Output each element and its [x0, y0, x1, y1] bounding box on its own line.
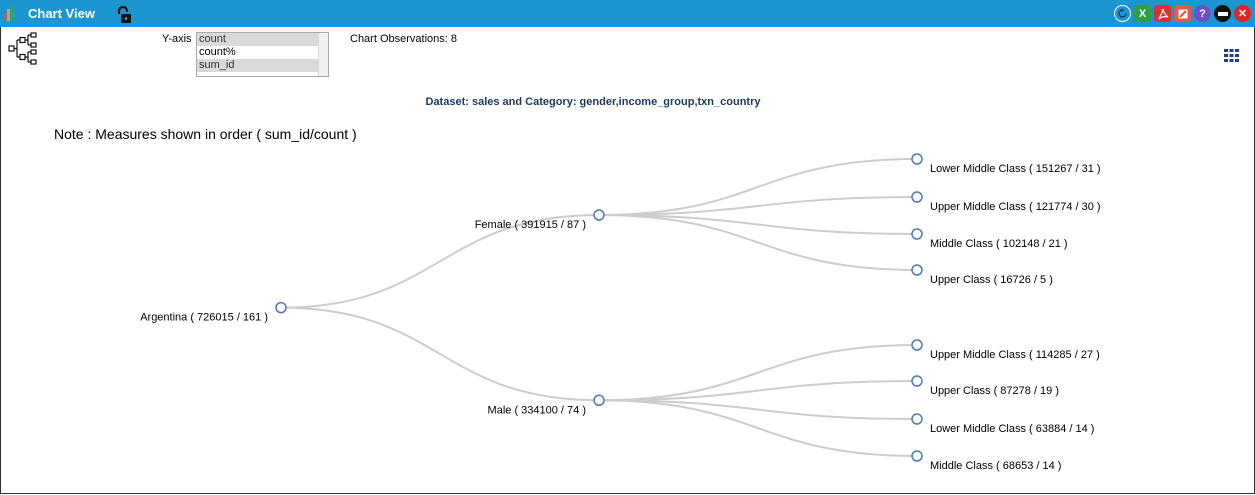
node-circle[interactable]: [911, 375, 923, 387]
node-label: Lower Middle Class ( 63884 / 14 ): [930, 423, 1094, 435]
node-circle[interactable]: [911, 450, 923, 462]
node-circle[interactable]: [593, 394, 605, 406]
node-circle[interactable]: [911, 339, 923, 351]
node-circle[interactable]: [911, 413, 923, 425]
node-label: Upper Class ( 87278 / 19 ): [930, 385, 1059, 397]
tree-node[interactable]: Upper Class ( 87278 / 19 ): [911, 375, 1059, 397]
node-label: Upper Middle Class ( 114285 / 27 ): [930, 349, 1100, 361]
node-label: Upper Middle Class ( 121774 / 30 ): [930, 201, 1101, 213]
tree-link: [598, 214, 918, 271]
tree-node[interactable]: Upper Middle Class ( 121774 / 30 ): [911, 191, 1101, 213]
tree-node[interactable]: Lower Middle Class ( 63884 / 14 ): [911, 413, 1094, 435]
node-label: Middle Class ( 68653 / 14 ): [930, 460, 1061, 472]
tree-chart: Argentina ( 726015 / 161 ) Female ( 39191…: [140, 153, 1101, 472]
node-label: Male ( 334100 / 74 ): [488, 404, 586, 416]
tree-node[interactable]: Male ( 334100 / 74 ): [488, 394, 605, 416]
node-label: Upper Class ( 16726 / 5 ): [930, 274, 1053, 286]
tree-node[interactable]: Upper Middle Class ( 114285 / 27 ): [911, 339, 1100, 361]
node-label: Middle Class ( 102148 / 21 ): [930, 238, 1068, 250]
tree-node[interactable]: Lower Middle Class ( 151267 / 31 ): [911, 153, 1101, 175]
node-label: Female ( 391915 / 87 ): [475, 219, 586, 231]
tree-node[interactable]: Upper Class ( 16726 / 5 ): [911, 264, 1053, 286]
node-label: Argentina ( 726015 / 161 ): [140, 312, 268, 324]
tree-links: [280, 158, 918, 457]
tree-node[interactable]: Argentina ( 726015 / 161 ): [140, 301, 287, 324]
node-label: Lower Middle Class ( 151267 / 31 ): [930, 163, 1101, 175]
node-circle[interactable]: [911, 228, 923, 240]
tree-link: [280, 306, 600, 402]
node-circle[interactable]: [911, 191, 923, 203]
tree-node[interactable]: Middle Class ( 68653 / 14 ): [911, 450, 1061, 472]
node-circle[interactable]: [911, 264, 923, 276]
tree-node[interactable]: Female ( 391915 / 87 ): [475, 209, 605, 231]
tree-nodes: Argentina ( 726015 / 161 ) Female ( 39191…: [140, 153, 1101, 472]
tree-link: [598, 399, 918, 457]
tree-node[interactable]: Middle Class ( 102148 / 21 ): [911, 228, 1068, 250]
tree-link: [598, 344, 918, 402]
node-circle[interactable]: [593, 209, 605, 221]
node-circle[interactable]: [275, 301, 287, 314]
node-circle[interactable]: [911, 153, 923, 165]
